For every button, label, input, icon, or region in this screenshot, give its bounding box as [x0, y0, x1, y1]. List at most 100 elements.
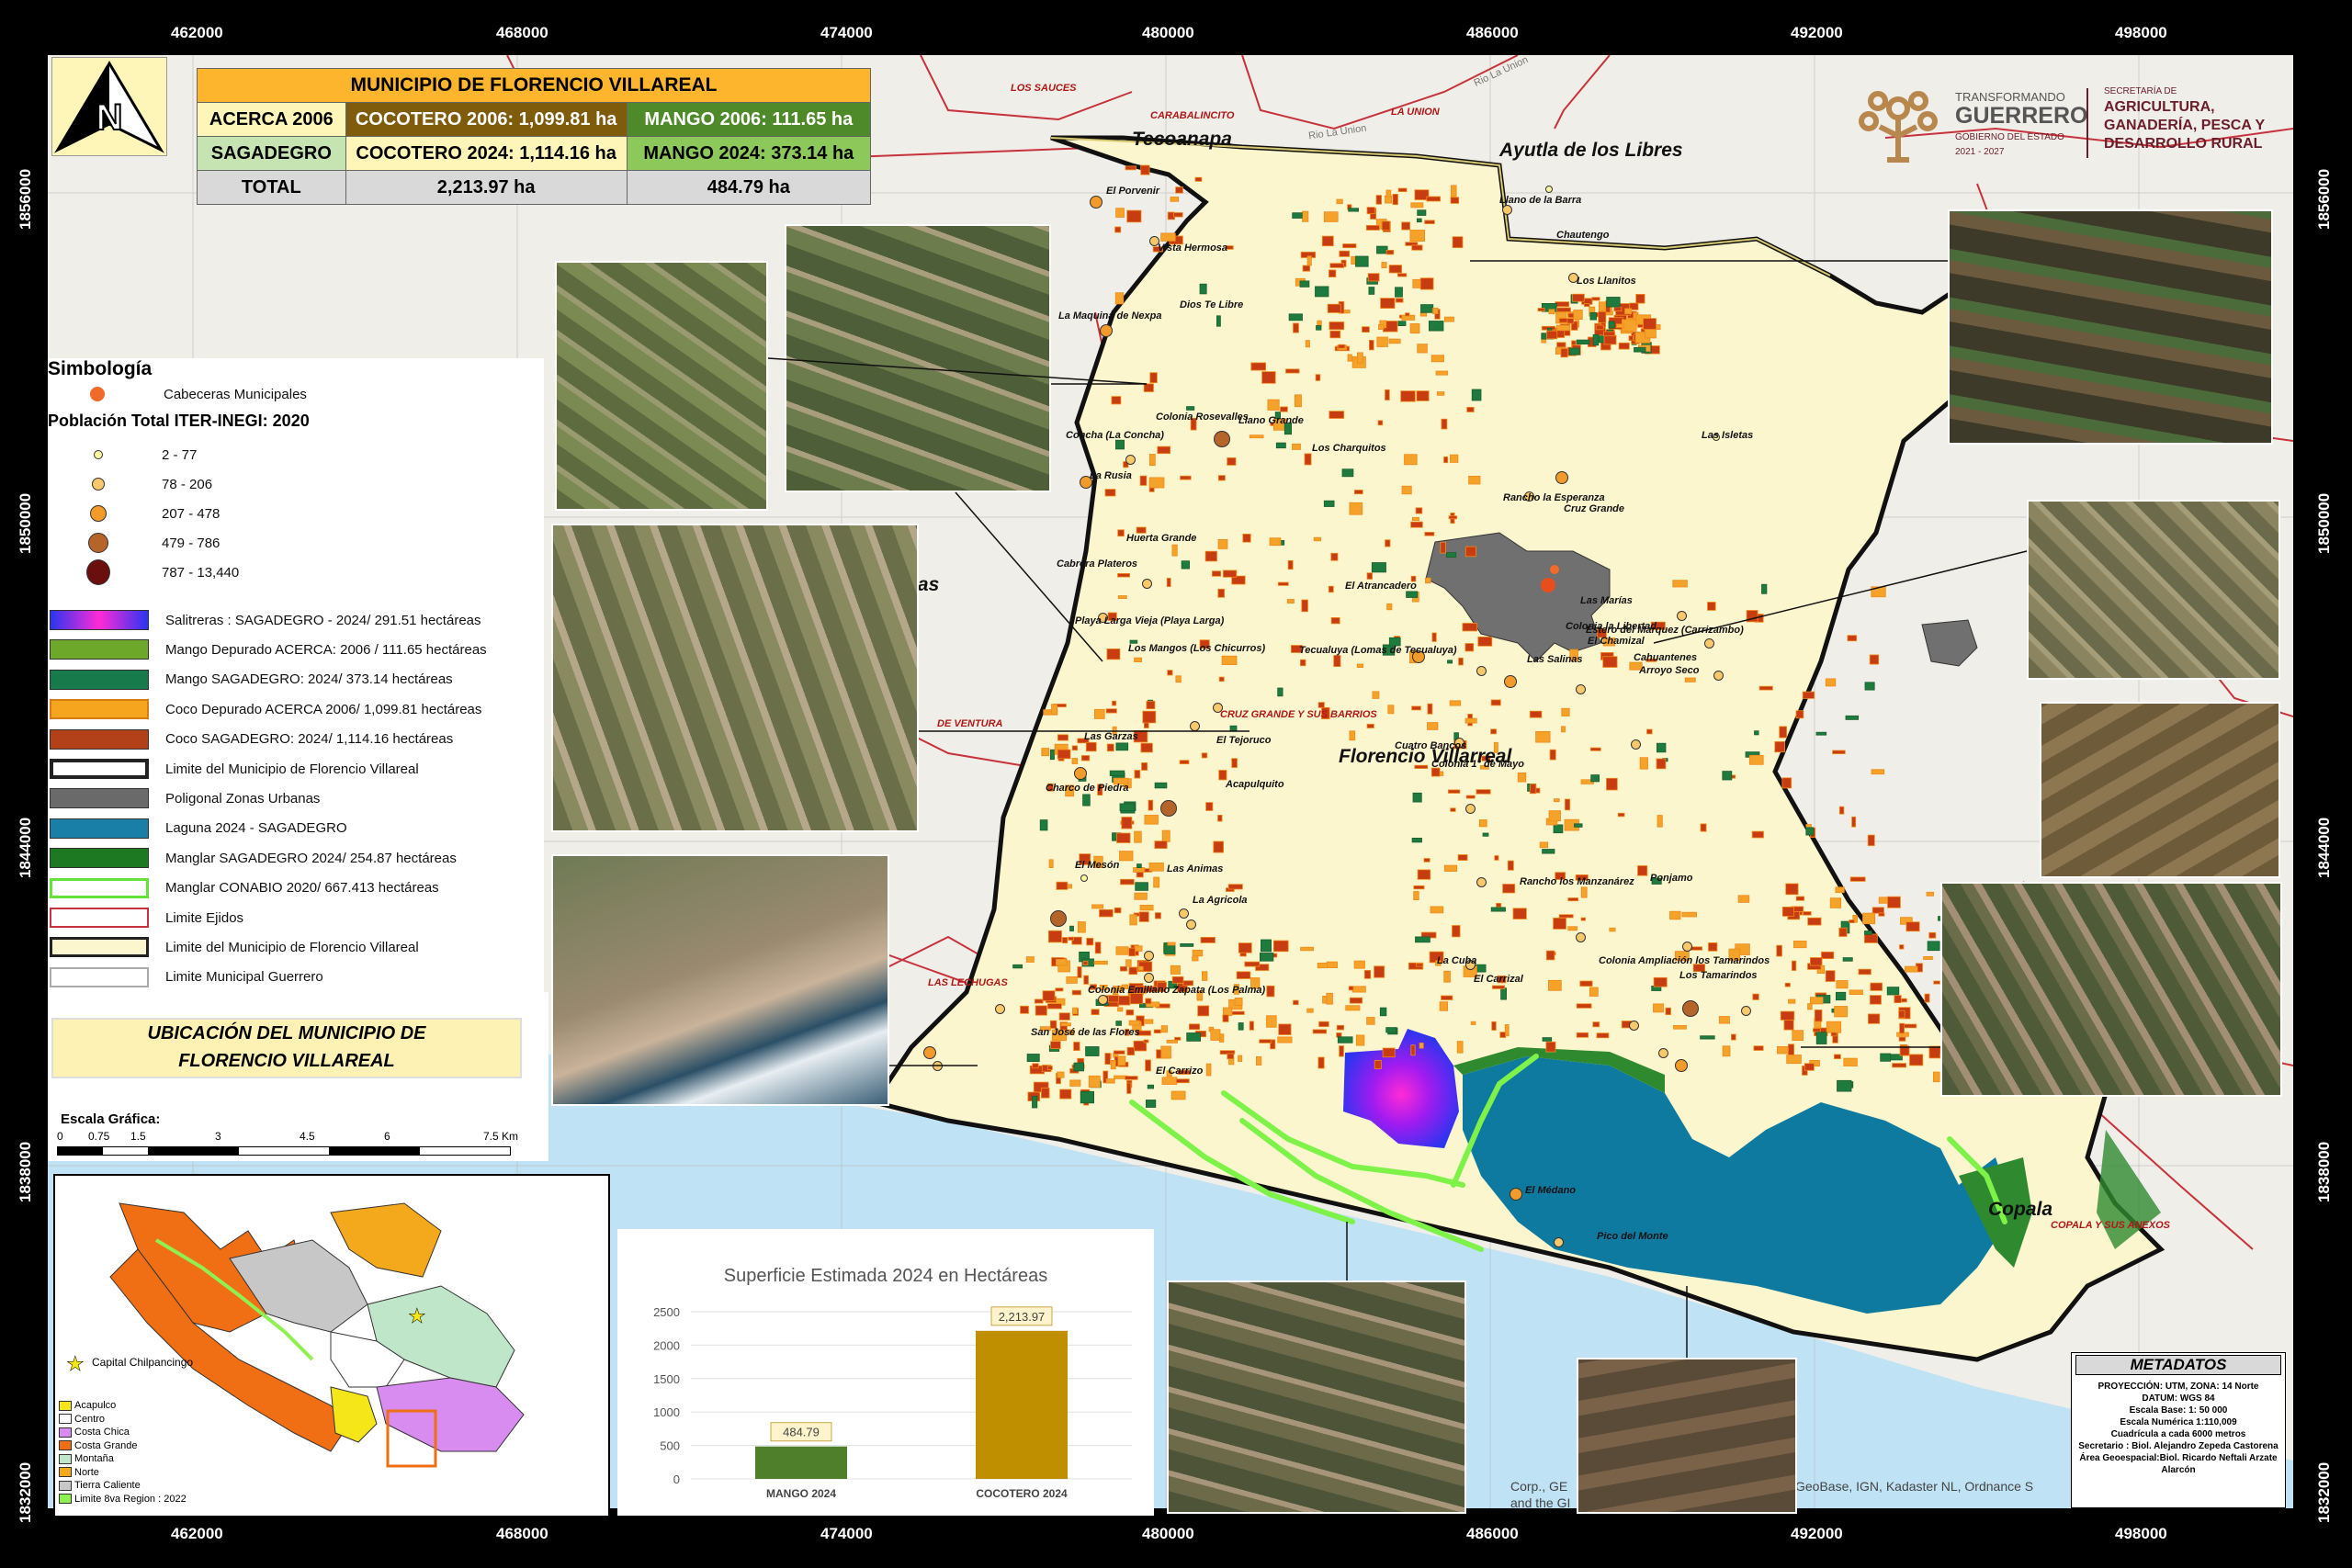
legend-swatch: [50, 877, 149, 898]
crop-parcel: [1329, 411, 1345, 419]
crop-parcel: [1441, 418, 1448, 430]
crop-parcel: [1871, 586, 1886, 598]
stats-mango: MANGO 2024: 373.14 ha: [626, 136, 872, 171]
crop-parcel: [1363, 970, 1372, 979]
crop-parcel: [1450, 197, 1460, 204]
population-dot: [1740, 1005, 1751, 1016]
legend-swatch: [50, 788, 149, 809]
crop-parcel: [1653, 976, 1668, 987]
crop-parcel: [1278, 1023, 1292, 1035]
scale-tick-label: 3: [215, 1130, 221, 1143]
crop-parcel: [1867, 834, 1875, 846]
satellite-photo: [1948, 209, 2273, 445]
crop-parcel: [1140, 742, 1153, 753]
crop-parcel: [1067, 884, 1073, 889]
crop-parcel: [1397, 187, 1408, 192]
legend-label: Laguna 2024 - SAGADEGRO: [165, 820, 347, 837]
crop-parcel: [1227, 1053, 1235, 1060]
population-dot: [1080, 874, 1088, 882]
crop-parcel: [1304, 453, 1312, 466]
attribution: GeoBase, IGN, Kadaster NL, Ordnance S: [1795, 1479, 2034, 1494]
crop-parcel: [1057, 1071, 1065, 1078]
crop-parcel: [1048, 930, 1062, 943]
crop-parcel: [1104, 489, 1116, 497]
legend-label: Limite Municipal Guerrero: [165, 969, 323, 986]
crop-parcel: [1166, 578, 1171, 588]
legend-pop-class: 787 - 13,440: [48, 559, 239, 585]
crop-parcel: [1707, 602, 1716, 611]
crop-parcel: [1608, 321, 1615, 329]
crop-parcel: [1718, 1016, 1730, 1024]
place-label: Huerta Grande: [1126, 533, 1197, 544]
crop-parcel: [1815, 1032, 1827, 1044]
crop-parcel: [1825, 970, 1836, 982]
inset-region-label: Centro: [74, 1413, 106, 1425]
crop-parcel: [1637, 865, 1648, 876]
crop-parcel: [1382, 1047, 1396, 1058]
inset-region-item: Costa Grande: [59, 1440, 137, 1451]
population-dot: [1545, 186, 1553, 193]
population-dot: [1575, 683, 1586, 694]
crop-parcel: [1842, 957, 1853, 962]
crop-parcel: [1315, 374, 1321, 381]
crop-parcel: [1624, 308, 1633, 314]
crop-parcel: [1366, 207, 1375, 215]
crop-parcel: [1160, 232, 1176, 242]
inset-region-swatch: [59, 1427, 72, 1438]
crop-parcel: [1546, 330, 1558, 340]
crop-parcel: [1443, 970, 1451, 983]
crop-parcel: [1155, 912, 1161, 919]
logo-text: GOBIERNO DEL ESTADO: [1955, 132, 2064, 142]
crop-parcel: [1788, 998, 1796, 1004]
crop-parcel: [1529, 710, 1543, 718]
cabecera-marker: [1550, 565, 1559, 574]
crop-parcel: [1810, 997, 1824, 1005]
legend-pop-class: 2 - 77: [48, 443, 197, 467]
population-dot: [1504, 675, 1517, 688]
crop-parcel: [1545, 1041, 1556, 1053]
crop-parcel: [1329, 263, 1345, 268]
crop-parcel: [1492, 985, 1506, 989]
crop-parcel: [1761, 583, 1768, 594]
legend: Simbología Cabeceras Municipales Poblaci…: [48, 358, 544, 992]
population-dot: [1185, 919, 1196, 930]
crop-parcel: [1795, 896, 1805, 901]
crop-parcel: [1305, 340, 1310, 348]
population-dot: [1476, 665, 1487, 676]
crop-parcel: [1603, 334, 1617, 345]
crop-parcel: [1073, 1062, 1085, 1072]
crop-parcel: [1071, 758, 1079, 764]
crop-parcel: [1548, 810, 1561, 822]
population-dot: [1476, 876, 1487, 887]
crop-parcel: [1147, 1084, 1154, 1089]
place-label: Los Charquitos: [1312, 443, 1386, 454]
inset-region-swatch: [59, 1467, 72, 1477]
crop-parcel: [1616, 323, 1625, 328]
crop-parcel: [1646, 728, 1653, 735]
crop-parcel: [1388, 338, 1401, 344]
crop-parcel: [1458, 657, 1464, 666]
crop-parcel: [1415, 936, 1430, 943]
crop-parcel: [1204, 550, 1217, 562]
crop-parcel: [1055, 987, 1064, 992]
population-dot: [1510, 1188, 1522, 1201]
population-dot: [1575, 931, 1586, 942]
crop-parcel: [1292, 212, 1303, 219]
crop-parcel: [1238, 1022, 1244, 1031]
crop-parcel: [1871, 907, 1884, 914]
crop-parcel: [1832, 750, 1846, 754]
crop-parcel: [1170, 197, 1180, 202]
crop-parcel: [1345, 1005, 1361, 1011]
crop-parcel: [1928, 1045, 1941, 1059]
crop-parcel: [1034, 998, 1044, 1004]
crop-parcel: [1496, 903, 1502, 908]
crop-parcel: [1049, 749, 1055, 761]
crop-parcel: [1635, 293, 1645, 304]
inset-region-label: Costa Grande: [74, 1439, 138, 1451]
crop-parcel: [1401, 221, 1410, 231]
crop-parcel: [1047, 1003, 1062, 1010]
crop-parcel: [1217, 815, 1223, 822]
legend-pop-class: 78 - 206: [48, 472, 212, 496]
stats-title: MUNICIPIO DE FLORENCIO VILLAREAL: [197, 68, 871, 103]
legend-label: 207 - 478: [162, 505, 220, 522]
